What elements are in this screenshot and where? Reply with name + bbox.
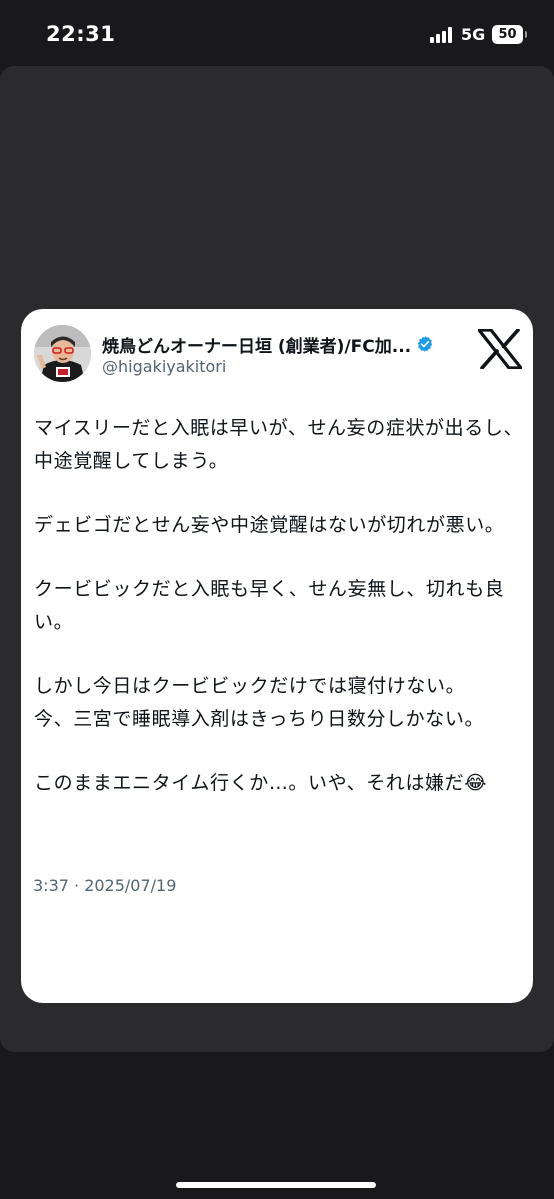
tweet-paragraph: マイスリーだと入眠は早いが、せん妄の症状が出るし、中途覚醒してしまう。 — [34, 417, 524, 472]
tweet-card[interactable]: 焼鳥どんオーナー日垣 (創業者)/FC加... @higakiyakitori … — [21, 309, 533, 1003]
tweet-paragraph: デェビゴだとせん妄や中途覚醒はないが切れが悪い。 — [34, 514, 505, 536]
user-handle[interactable]: @higakiyakitori — [102, 357, 226, 376]
tweet-timestamp[interactable]: 3:37 · 2025/07/19 — [33, 876, 176, 895]
tweet-paragraph: クービビックだと入眠も早く、せん妄無し、切れも良い。 — [34, 578, 505, 633]
battery-level: 50 — [498, 27, 517, 42]
author-row: 焼鳥どんオーナー日垣 (創業者)/FC加... — [102, 331, 462, 357]
tweet-paragraph: しかし今日はクービビックだけでは寝付けない。 今、三宮で睡眠導入剤はきっちり日数… — [34, 675, 485, 730]
tweet-text: マイスリーだと入眠は早いが、せん妄の症状が出るし、中途覚醒してしまう。 デェビゴ… — [34, 412, 524, 831]
home-indicator[interactable] — [176, 1182, 376, 1188]
battery-icon: 50 — [492, 25, 527, 44]
tweet-paragraph: このままエニタイム行くか…。いや、それは嫌だ😂 — [34, 772, 488, 794]
status-time: 22:31 — [46, 22, 116, 46]
avatar[interactable] — [34, 325, 91, 382]
image-panel: 焼鳥どんオーナー日垣 (創業者)/FC加... @higakiyakitori … — [0, 66, 554, 1052]
verified-badge-icon — [418, 336, 433, 352]
network-type: 5G — [461, 25, 486, 44]
x-logo-icon[interactable] — [478, 329, 522, 369]
avatar-image — [34, 325, 91, 382]
display-name[interactable]: 焼鳥どんオーナー日垣 (創業者)/FC加... — [102, 332, 411, 357]
screen: 22:31 5G 50 焼鳥どんオーナー日垣 (創業者)/FC加... @hig… — [0, 0, 554, 1199]
signal-strength-icon — [430, 27, 454, 43]
status-bar: 22:31 5G 50 — [0, 0, 554, 70]
